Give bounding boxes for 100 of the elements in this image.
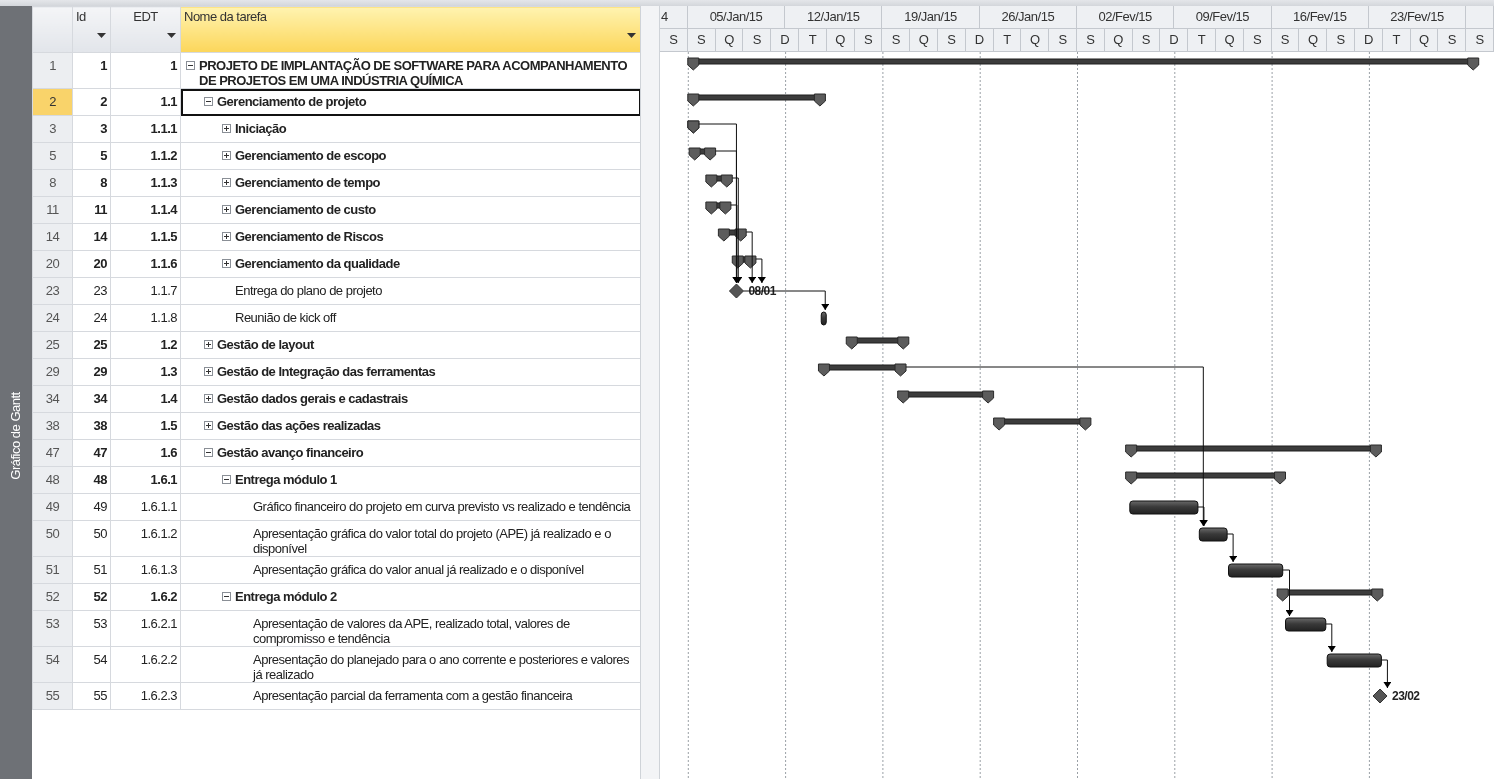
row-number[interactable]: 20: [32, 250, 73, 278]
row-number[interactable]: 1: [32, 52, 73, 89]
row-number[interactable]: 25: [32, 331, 73, 359]
task-name: Entrega do plano de projeto: [235, 283, 382, 298]
collapse-icon[interactable]: [204, 97, 213, 106]
day-label: Q: [1410, 29, 1439, 52]
task-id: 53: [72, 610, 111, 647]
column-header[interactable]: Id: [72, 6, 111, 53]
column-header[interactable]: Nome da tarefa: [180, 6, 641, 53]
task-bar: [820, 311, 827, 326]
expand-icon[interactable]: [204, 340, 213, 349]
day-label: D: [965, 29, 994, 52]
expand-icon[interactable]: [222, 232, 231, 241]
task-id: 2: [72, 88, 111, 116]
expand-icon[interactable]: [222, 259, 231, 268]
task-id: 38: [72, 412, 111, 440]
task-name: Gerenciamento de escopo: [235, 148, 387, 163]
wbs-code: 1.1.4: [110, 196, 181, 224]
wbs-code: 1.1.7: [110, 277, 181, 305]
task-id: 14: [72, 223, 111, 251]
task-id: 49: [72, 493, 111, 521]
wbs-code: 1.1: [110, 88, 181, 116]
day-label: T: [1188, 29, 1216, 52]
row-number[interactable]: 51: [32, 556, 73, 584]
task-id: 55: [72, 682, 111, 710]
collapse-icon[interactable]: [222, 475, 231, 484]
expand-icon[interactable]: [222, 178, 231, 187]
task-name: Apresentação de valores da APE, realizado total, valores de compromisso e tendência: [253, 616, 571, 646]
timescale-label: 09/Fev/15: [1174, 6, 1272, 29]
expand-icon[interactable]: [222, 151, 231, 160]
row-number[interactable]: 49: [32, 493, 73, 521]
day-label: Q: [1104, 29, 1133, 52]
selected-cell[interactable]: Gerenciamento de projeto: [180, 88, 641, 116]
row-number[interactable]: 38: [32, 412, 73, 440]
row-number[interactable]: 34: [32, 385, 73, 413]
row-number[interactable]: 55: [32, 682, 73, 710]
wbs-code: 1.6.2: [110, 583, 181, 611]
row-number[interactable]: 2: [32, 88, 73, 116]
collapse-icon[interactable]: [204, 448, 213, 457]
task-name: PROJETO DE IMPLANTAÇÃO DE SOFTWARE PARA ACOMPANHAMENTO DE PROJETOS EM UMA INDÚSTRIA QUÍMICA: [199, 58, 628, 88]
task-id: 54: [72, 646, 111, 683]
row-number[interactable]: 3: [32, 115, 73, 143]
day-label: S: [1243, 29, 1272, 52]
dependency-arrow: [1325, 623, 1336, 653]
wbs-code: 1.2: [110, 331, 181, 359]
day-label: S: [854, 29, 883, 52]
wbs-code: 1.6.1.1: [110, 493, 181, 521]
task-name: Gerenciamento de custo: [235, 202, 376, 217]
expand-icon[interactable]: [222, 205, 231, 214]
day-label: T: [1382, 29, 1411, 52]
timescale-label: 05/Jan/15: [687, 6, 786, 29]
dropdown-arrow-icon[interactable]: [97, 33, 106, 38]
day-label: S: [743, 29, 772, 52]
timescale-cell: [1466, 6, 1494, 29]
row-number[interactable]: 47: [32, 439, 73, 467]
row-number[interactable]: 52: [32, 583, 73, 611]
row-number[interactable]: 5: [32, 142, 73, 170]
task-bar: [1129, 500, 1199, 515]
expand-icon[interactable]: [222, 124, 231, 133]
day-label: Q: [715, 29, 744, 52]
day-label: D: [1160, 29, 1189, 52]
task-id: 5: [72, 142, 111, 170]
wbs-code: 1.1.5: [110, 223, 181, 251]
row-number[interactable]: 50: [32, 520, 73, 557]
row-number[interactable]: 48: [32, 466, 73, 494]
task-bar: [1228, 563, 1284, 578]
wbs-code: 1.6.2.1: [110, 610, 181, 647]
wbs-code: 1.1.1: [110, 115, 181, 143]
expand-icon[interactable]: [204, 421, 213, 430]
dropdown-arrow-icon[interactable]: [627, 33, 636, 38]
expand-icon[interactable]: [204, 394, 213, 403]
task-id: 8: [72, 169, 111, 197]
row-number[interactable]: 14: [32, 223, 73, 251]
task-name: Gestão avanço financeiro: [217, 445, 364, 460]
task-name: Apresentação gráfica do valor anual já realizado e o disponível: [253, 562, 584, 577]
day-label: S: [1132, 29, 1161, 52]
timescale-label: 02/Fev/15: [1077, 6, 1175, 29]
day-label: D: [1354, 29, 1383, 52]
collapse-icon[interactable]: [222, 592, 231, 601]
collapse-icon[interactable]: [186, 61, 195, 70]
timescale-label: 12/Jan/15: [785, 6, 883, 29]
wbs-code: 1.1.8: [110, 304, 181, 332]
row-number[interactable]: 54: [32, 646, 73, 683]
task-id: 24: [72, 304, 111, 332]
timescale-label: 26/Jan/15: [979, 6, 1077, 29]
day-label: D: [771, 29, 799, 52]
task-name: Iniciação: [235, 121, 287, 136]
row-number[interactable]: 8: [32, 169, 73, 197]
column-header[interactable]: EDT: [110, 6, 181, 53]
row-number[interactable]: 23: [32, 277, 73, 305]
row-number[interactable]: 29: [32, 358, 73, 386]
summary-bar: [705, 201, 732, 215]
summary-bar: [845, 336, 910, 350]
row-number[interactable]: 24: [32, 304, 73, 332]
expand-icon[interactable]: [204, 367, 213, 376]
summary-bar: [731, 255, 757, 269]
task-name: Entrega módulo 1: [235, 472, 337, 487]
row-number[interactable]: 11: [32, 196, 73, 224]
row-number[interactable]: 53: [32, 610, 73, 647]
dropdown-arrow-icon[interactable]: [167, 33, 176, 38]
